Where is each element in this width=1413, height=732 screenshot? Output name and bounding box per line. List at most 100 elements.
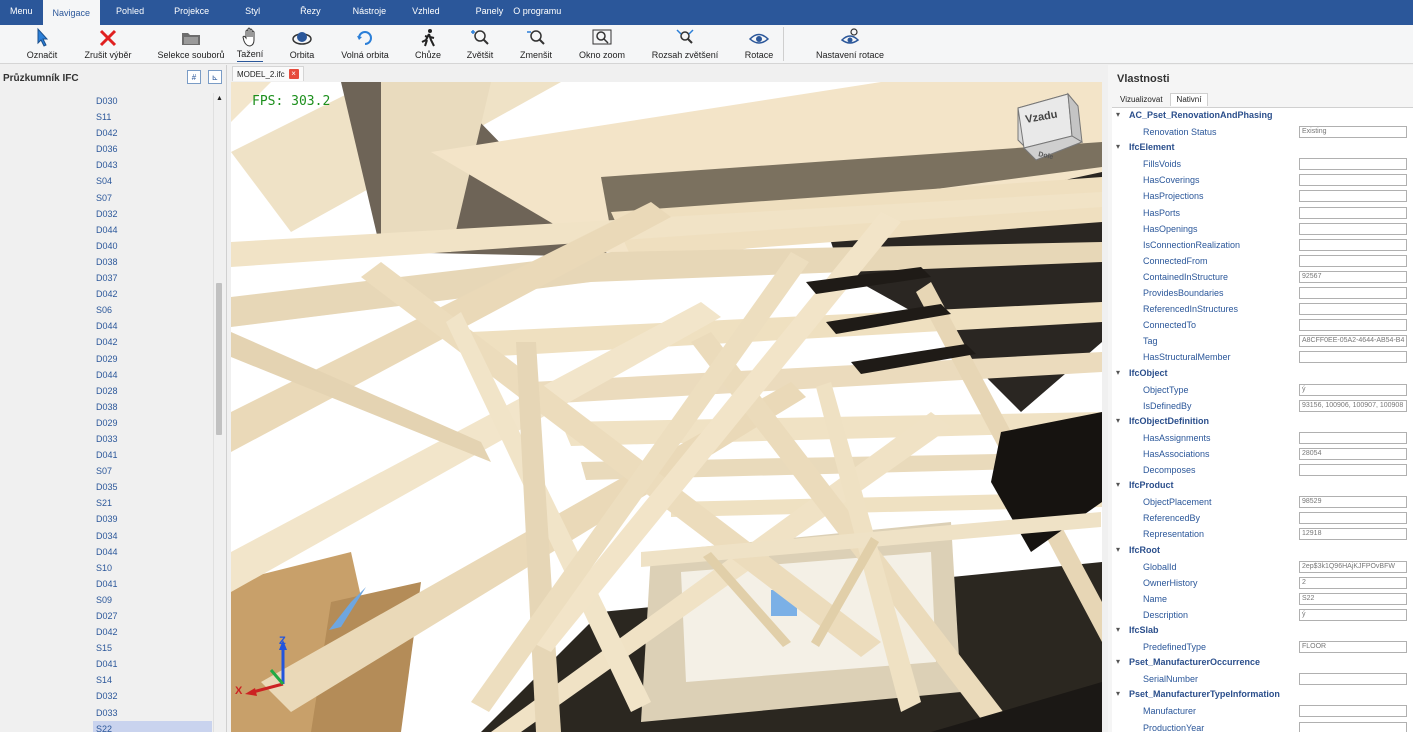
tree-item[interactable]: D027 [0,608,212,624]
zoom-extents-button[interactable]: Rozsah zvětšení [650,26,720,62]
chevron-down-icon[interactable]: ▾ [1116,545,1120,554]
tree-item[interactable]: D039 [0,511,212,527]
rotate-button[interactable]: Rotace [743,26,775,62]
property-value-field[interactable]: 28054 [1299,447,1407,460]
tree-item[interactable]: D028 [0,383,212,399]
tree-item[interactable]: S10 [0,560,212,576]
explorer-hash-button[interactable]: # [187,70,201,84]
menu-projekce[interactable]: Projekce [164,0,219,22]
view-cube[interactable]: Vzadu Dole [1016,90,1096,170]
property-value-field[interactable] [1299,303,1407,316]
tree-item[interactable]: S09 [0,592,212,608]
chevron-down-icon[interactable]: ▾ [1116,657,1120,666]
tree-item[interactable]: D029 [0,351,212,367]
zoom-window-button[interactable]: Okno zoom [577,26,627,62]
chevron-down-icon[interactable]: ▾ [1116,110,1120,119]
tree-item[interactable]: D044 [0,318,212,334]
tree-item[interactable]: D032 [0,206,212,222]
tree-item[interactable]: S22 [93,720,212,732]
property-value-field[interactable] [1299,254,1407,267]
tree-item[interactable]: D044 [0,367,212,383]
property-value-field[interactable]: FLOOR [1299,641,1407,654]
property-value-field[interactable] [1299,206,1407,219]
property-value-field[interactable] [1299,673,1407,686]
tree-item[interactable]: D033 [0,705,212,721]
chevron-down-icon[interactable]: ▾ [1116,368,1120,377]
tab-native[interactable]: Nativní [1169,93,1209,106]
property-value-field[interactable] [1299,705,1407,718]
tree-item[interactable]: S15 [0,640,212,656]
tree-item[interactable]: S11 [0,109,212,125]
zoom-in-button[interactable]: Zvětšit [465,26,495,62]
menu-o-programu[interactable]: O programu [503,0,571,22]
property-group-header[interactable]: ▾ IfcSlab [1112,623,1413,639]
scroll-thumb[interactable] [216,283,222,435]
tree-item[interactable]: D036 [0,141,212,157]
chevron-down-icon[interactable]: ▾ [1116,142,1120,151]
menu-vzhled[interactable]: Vzhled [402,0,450,22]
property-value-field[interactable] [1299,222,1407,235]
deselect-button[interactable]: Zrušit výběr [82,26,134,62]
tree-item[interactable]: D035 [0,479,212,495]
property-value-field[interactable]: 93156, 100906, 100907, 100908 [1299,399,1407,412]
scroll-up-arrow-icon[interactable]: ▲ [214,93,225,104]
tab-visualize[interactable]: Vizualizovat [1113,93,1170,106]
property-value-field[interactable]: 12918 [1299,528,1407,541]
tree-item[interactable]: D029 [0,415,212,431]
property-group-header[interactable]: ▾ Pset_ManufacturerTypeInformation [1112,687,1413,703]
tree-item[interactable]: D038 [0,254,212,270]
explorer-tree-button[interactable]: ⊾ [208,70,222,84]
property-value-field[interactable]: 2ep$3k1Q96HAjKJFPOvBFW [1299,560,1407,573]
tree-item[interactable]: D034 [0,528,212,544]
free-orbit-button[interactable]: Volná orbita [339,26,391,62]
tree-item[interactable]: D037 [0,270,212,286]
chevron-down-icon[interactable]: ▾ [1116,480,1120,489]
property-value-field[interactable]: 98529 [1299,496,1407,509]
tree-item[interactable]: S06 [0,302,212,318]
tree-item[interactable]: D042 [0,286,212,302]
tree-item[interactable]: S04 [0,173,212,189]
chevron-down-icon[interactable]: ▾ [1116,689,1120,698]
property-group-header[interactable]: ▾ AC_Pset_RenovationAndPhasing [1112,108,1413,124]
property-value-field[interactable]: S22 [1299,592,1407,605]
property-value-field[interactable] [1299,464,1407,477]
chevron-down-icon[interactable]: ▾ [1116,625,1120,634]
property-group-header[interactable]: ▾ IfcElement [1112,140,1413,156]
property-value-field[interactable] [1299,287,1407,300]
tree-item[interactable]: S07 [0,463,212,479]
property-value-field[interactable] [1299,721,1407,732]
property-value-field[interactable]: A8CFF0EE-05A2-4644-AB54-B4 [1299,335,1407,348]
tree-item[interactable]: D044 [0,222,212,238]
tree-item[interactable]: D041 [0,656,212,672]
tree-item[interactable]: D041 [0,447,212,463]
menu-menu[interactable]: Menu [0,0,43,22]
property-group-header[interactable]: ▾ IfcObject [1112,366,1413,382]
property-value-field[interactable] [1299,158,1407,171]
property-group-header[interactable]: ▾ IfcRoot [1112,543,1413,559]
tree-item[interactable]: S07 [0,190,212,206]
document-tab[interactable]: MODEL_2.ifc × [232,66,304,81]
tree-item[interactable]: D040 [0,238,212,254]
menu-navigace[interactable]: Navigace [42,0,101,25]
tree-item[interactable]: D044 [0,544,212,560]
tree-item[interactable]: S14 [0,672,212,688]
property-group-header[interactable]: ▾ IfcObjectDefinition [1112,414,1413,430]
file-selection-button[interactable]: Selekce souborů [155,26,227,62]
chevron-down-icon[interactable]: ▾ [1116,416,1120,425]
tree-item[interactable]: D041 [0,576,212,592]
tree-item[interactable]: D032 [0,688,212,704]
property-value-field[interactable]: ý [1299,608,1407,621]
property-value-field[interactable]: 2 [1299,576,1407,589]
pan-button[interactable]: Tažení [234,26,266,62]
3d-viewport[interactable]: FPS: 303.2 Vzadu Dole Z X [231,82,1102,732]
property-value-field[interactable] [1299,351,1407,364]
property-value-field[interactable] [1299,512,1407,525]
menu-nastroje[interactable]: Nástroje [343,0,397,22]
tree-item[interactable]: D042 [0,334,212,350]
tree-item[interactable]: D043 [0,157,212,173]
property-value-field[interactable] [1299,238,1407,251]
explorer-scrollbar[interactable]: ▲ [213,93,224,732]
tree-item[interactable]: D033 [0,431,212,447]
property-group-header[interactable]: ▾ Pset_ManufacturerOccurrence [1112,655,1413,671]
menu-rezy[interactable]: Řezy [290,0,331,22]
